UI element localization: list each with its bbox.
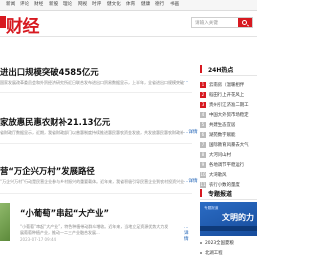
rank-badge: 3 [200, 102, 206, 108]
hot-list-item[interactable]: 7 国际教育风暴去大气 [200, 141, 257, 150]
logo-text: 财经 [6, 17, 40, 37]
special-list-item[interactable]: 2023全国夏粮 [200, 240, 257, 246]
header-divider [0, 36, 257, 37]
article-summary: “万企兴万村”行动是民营企业参与乡村振兴的重要载体。近年来，我省积极引导民营企业… [0, 179, 184, 184]
rank-badge: 8 [200, 152, 206, 158]
hot-item-title[interactable]: 共建生态宜居 [209, 122, 235, 128]
hot-list-item[interactable]: 3 贵州引江济准二期工 [200, 101, 257, 110]
hot-item-title[interactable]: 稻田行上开花风上 [209, 92, 244, 98]
hot-item-title[interactable]: 云南房（温暖相伴 [209, 82, 244, 88]
nav-item-stock[interactable]: 新股 [49, 2, 58, 8]
rank-badge: 2 [200, 92, 206, 98]
hot-item-title[interactable]: 中国大外贸市场稳定 [209, 112, 249, 118]
rank-badge: 1 [200, 82, 206, 88]
special-banner[interactable]: 专题报道 文明的力 [200, 202, 257, 236]
special-section-title: 专题报道 [208, 191, 233, 198]
hot-list-item[interactable]: 5 共建生态宜居 [200, 121, 257, 130]
hot-list-item[interactable]: 10 大湾歌风 [200, 171, 257, 180]
hot-item-title[interactable]: 大河问山村 [209, 152, 231, 158]
hot-section-title: 24H热点 [208, 67, 234, 74]
article-separator [0, 143, 192, 144]
hot-item-title[interactable]: 国际教育风暴去大气 [209, 142, 249, 148]
hot-list-item[interactable]: 1 云南房（温暖相伴 [200, 81, 257, 90]
special-item-title[interactable]: 2023全国夏粮 [205, 241, 234, 246]
hot-section-header: 24H热点 [200, 64, 257, 74]
nav-item-review[interactable]: 时评 [92, 2, 101, 8]
nav-item-finance[interactable]: 财经 [34, 2, 43, 8]
feature-timestamp: 2023-07-17 09:44 [20, 237, 57, 242]
feature-title[interactable]: “小葡萄”串起“大产业” [20, 207, 109, 219]
rank-badge: 7 [200, 142, 206, 148]
special-section-header: 专题报道 [200, 188, 257, 198]
section-accent-bar [200, 65, 202, 73]
hot-list-item[interactable]: 2 稻田行上开花风上 [200, 91, 257, 100]
article-separator [0, 92, 192, 93]
rank-badge: 4 [200, 112, 206, 118]
rank-badge: 6 [200, 132, 206, 138]
search-button[interactable] [238, 18, 252, 27]
rank-badge: 9 [200, 162, 206, 168]
site-logo[interactable]: 财经 [0, 11, 60, 37]
search-box: 请输入关键 [191, 17, 253, 28]
special-list-item[interactable]: 北湖工程 [200, 250, 257, 256]
article-more-link[interactable]: ...详情 [184, 129, 198, 135]
article-more-link[interactable]: ... [184, 79, 188, 84]
hot-item-title[interactable]: 各地调节平稳运行 [209, 162, 244, 168]
nav-item-culture[interactable]: 健文化 [107, 2, 121, 8]
rank-badge: 10 [200, 172, 206, 178]
nav-item-sports[interactable]: 体育 [126, 2, 135, 8]
hot-item-title[interactable]: 湖苑数字赋能 [209, 132, 235, 138]
nav-item-art[interactable]: 书画 [170, 2, 179, 8]
hot-item-title[interactable]: 大湾歌风 [209, 172, 227, 178]
search-input[interactable]: 请输入关键 [195, 20, 218, 26]
article-title[interactable]: 进出口规模突破4585亿元 [0, 66, 99, 78]
nav-item-virtue[interactable]: 德行 [155, 2, 164, 8]
article-summary: 国家发展改革委员会和外贸经济研究所近日联合发布进出口贸易数据显示，上半年，全省进… [0, 80, 184, 85]
feature-article[interactable]: “小葡萄”串起“大产业” “小葡萄”串起“大产业”，特色种植带动群众增收。近年来… [0, 200, 192, 250]
nav-item-video[interactable]: 网视 [78, 2, 87, 8]
hot-item-title[interactable]: 贵州引江济准二期工 [209, 102, 249, 108]
hot-list-item[interactable]: 6 湖苑数字赋能 [200, 131, 257, 140]
nav-item-news[interactable]: 新闻 [6, 2, 15, 8]
nav-item-comment[interactable]: 评论 [20, 2, 29, 8]
hot-list-item[interactable]: 8 大河问山村 [200, 151, 257, 160]
hot-list-item[interactable]: 9 各地调节平稳运行 [200, 161, 257, 170]
top-nav: 新闻 评论 财经 新股 理论 网视 时评 健文化 体育 健康 德行 书画 [0, 0, 257, 11]
article-title[interactable]: 营“万企兴万村”发展路径 [0, 165, 95, 177]
nav-item-theory[interactable]: 理论 [63, 2, 72, 8]
feature-more-link[interactable]: ...详情 [184, 225, 192, 242]
article-more-link[interactable]: ...详情 [184, 178, 198, 184]
nav-item-health[interactable]: 健康 [141, 2, 150, 8]
article-summary: 省财政厅数据显示，近期，我省财政部门以普惠制度持续推进惠民惠农资金发放，共发放惠… [0, 130, 184, 135]
rank-badge: 5 [200, 122, 206, 128]
feature-summary: “小葡萄”串起“大产业”，特色种植带动群众增收。近年来，当地立足资源优势大力发展… [20, 224, 169, 235]
special-item-title[interactable]: 北湖工程 [205, 251, 223, 256]
article-item[interactable]: 进出口规模突破4585亿元 国家发展改革委员会和外贸经济研究所近日联合发布进出口… [0, 66, 192, 88]
article-separator [0, 193, 192, 194]
article-item[interactable]: 营“万企兴万村”发展路径 “万企兴万村”行动是民营企业参与乡村振兴的重要载体。近… [0, 165, 198, 187]
banner-subtitle: 专题报道 [204, 206, 219, 210]
section-accent-bar [200, 189, 202, 197]
article-item[interactable]: 家放惠民惠农财补21.13亿元 省财政厅数据显示，近期，我省财政部门以普惠制度持… [0, 116, 198, 138]
hot-list-item[interactable]: 4 中国大外贸市场稳定 [200, 111, 257, 120]
banner-stripe [200, 226, 257, 231]
bullet-icon [200, 251, 202, 254]
article-title[interactable]: 家放惠民惠农财补21.13亿元 [0, 116, 110, 128]
feature-thumbnail[interactable] [0, 203, 10, 241]
section-underline [200, 199, 257, 200]
section-underline [200, 75, 257, 76]
search-icon [242, 19, 247, 25]
banner-title: 文明的力 [222, 213, 254, 222]
bullet-icon [200, 241, 202, 244]
